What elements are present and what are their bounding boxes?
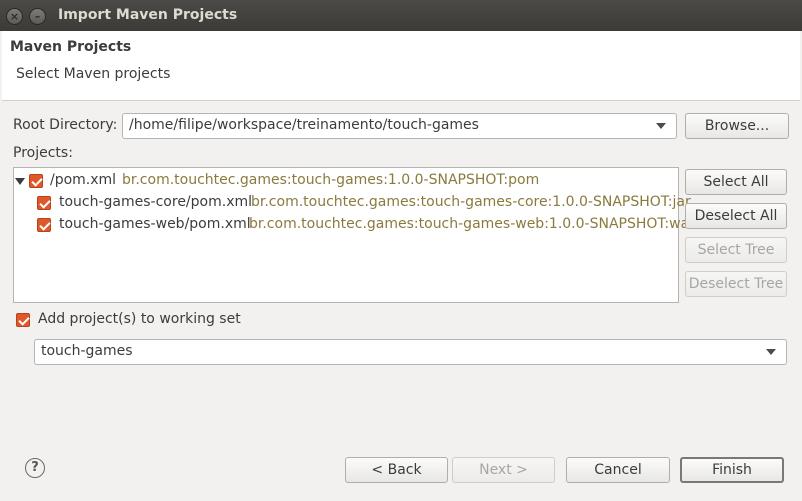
header-subtitle: Select Maven projects xyxy=(16,66,171,82)
back-button[interactable]: < Back xyxy=(345,457,448,483)
project-gav: br.com.touchtec.games:touch-games-web:1.… xyxy=(249,216,695,232)
title-bar: × – Import Maven Projects xyxy=(0,0,802,31)
project-pom: /pom.xml xyxy=(50,172,117,188)
finish-button[interactable]: Finish xyxy=(680,457,784,483)
working-set-checkbox[interactable] xyxy=(16,313,30,327)
project-checkbox[interactable] xyxy=(37,196,51,210)
cancel-button[interactable]: Cancel xyxy=(566,457,670,483)
chevron-down-icon[interactable] xyxy=(766,349,776,355)
project-gav: br.com.touchtec.games:touch-games:1.0.0-… xyxy=(122,172,540,188)
browse-button[interactable]: Browse... xyxy=(685,113,789,139)
projects-label: Projects: xyxy=(13,145,73,161)
tree-row[interactable]: touch-games-web/pom.xml br.com.touchtec.… xyxy=(14,214,695,236)
next-button[interactable]: Next > xyxy=(452,457,555,483)
close-window-icon[interactable]: × xyxy=(6,8,23,25)
select-tree-button[interactable]: Select Tree xyxy=(685,237,787,263)
project-gav: br.com.touchtec.games:touch-games-core:1… xyxy=(251,194,691,210)
wizard-header: Maven Projects Select Maven projects xyxy=(2,31,800,101)
window-title: Import Maven Projects xyxy=(58,7,238,23)
select-all-button[interactable]: Select All xyxy=(685,169,787,195)
projects-tree[interactable]: /pom.xml br.com.touchtec.games:touch-gam… xyxy=(13,167,695,303)
deselect-tree-button[interactable]: Deselect Tree xyxy=(685,271,787,297)
project-pom: touch-games-web/pom.xml xyxy=(59,216,251,232)
expand-toggle-icon[interactable] xyxy=(15,178,25,185)
root-directory-label: Root Directory: xyxy=(13,117,118,133)
tree-row[interactable]: touch-games-core/pom.xml br.com.touchtec… xyxy=(14,192,691,214)
working-set-label[interactable]: Add project(s) to working set xyxy=(38,311,241,327)
chevron-down-icon[interactable] xyxy=(656,123,666,129)
working-set-value: touch-games xyxy=(41,343,133,359)
working-set-combo[interactable]: touch-games xyxy=(34,339,787,365)
project-pom: touch-games-core/pom.xml xyxy=(59,194,253,210)
minimize-window-icon[interactable]: – xyxy=(29,8,46,25)
tree-row[interactable]: /pom.xml br.com.touchtec.games:touch-gam… xyxy=(14,170,678,192)
header-title: Maven Projects xyxy=(10,39,132,55)
root-directory-combo[interactable]: /home/filipe/workspace/treinamento/touch… xyxy=(122,113,677,139)
deselect-all-button[interactable]: Deselect All xyxy=(685,203,787,229)
root-directory-value: /home/filipe/workspace/treinamento/touch… xyxy=(129,117,479,133)
help-icon[interactable]: ? xyxy=(25,458,45,478)
project-checkbox[interactable] xyxy=(29,174,43,188)
project-checkbox[interactable] xyxy=(37,218,51,232)
